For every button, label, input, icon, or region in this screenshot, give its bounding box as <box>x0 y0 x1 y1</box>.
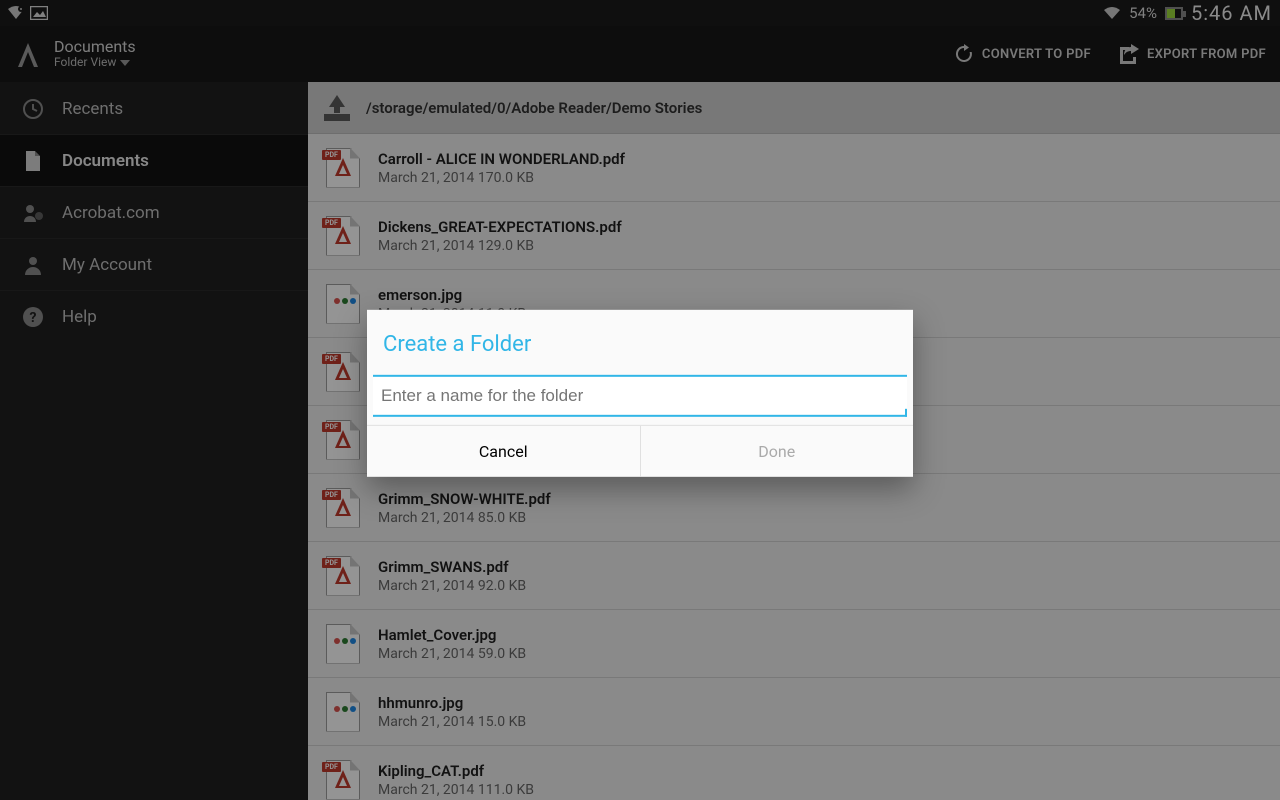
done-button[interactable]: Done <box>640 426 914 477</box>
cancel-button[interactable]: Cancel <box>367 426 640 477</box>
create-folder-dialog: Create a Folder Cancel Done <box>367 310 913 477</box>
dialog-title: Create a Folder <box>367 310 913 375</box>
folder-name-input[interactable] <box>373 375 907 417</box>
